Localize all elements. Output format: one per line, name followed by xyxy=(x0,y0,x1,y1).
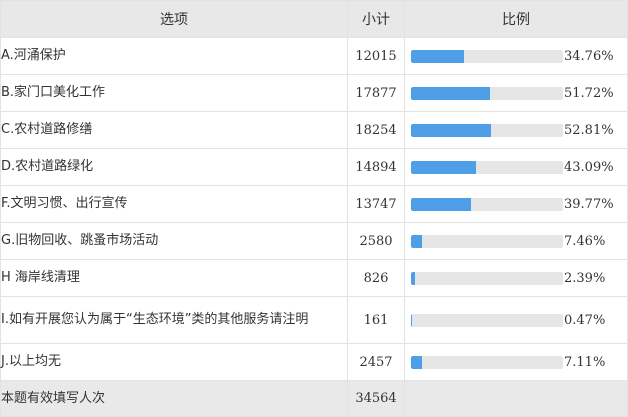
option-ratio: 51.72% xyxy=(404,74,628,112)
option-count: 13747 xyxy=(347,185,405,223)
ratio-bar-fill xyxy=(411,355,422,369)
ratio-bar-track xyxy=(411,49,563,63)
ratio-bar-track xyxy=(411,160,563,174)
ratio-bar-fill xyxy=(411,86,490,100)
option-count: 17877 xyxy=(347,74,405,112)
ratio-bar-fill xyxy=(411,49,464,63)
table-row: A.河涌保护 12015 34.76% xyxy=(0,37,628,75)
ratio-bar-track xyxy=(411,123,563,137)
option-label: A.河涌保护 xyxy=(0,37,348,75)
table-body: A.河涌保护 12015 34.76% B.家门口美化工作 17877 51.72% C.农… xyxy=(0,37,628,381)
ratio-bar-track xyxy=(411,86,563,100)
header-count: 小计 xyxy=(347,0,405,38)
header-option: 选项 xyxy=(0,0,348,38)
table-header-row: 选项 小计 比例 xyxy=(0,0,628,38)
ratio-bar-track xyxy=(411,234,563,248)
option-ratio: 43.09% xyxy=(404,148,628,186)
option-label: C.农村道路修缮 xyxy=(0,111,348,149)
option-ratio: 7.46% xyxy=(404,222,628,260)
option-label: H 海岸线清理 xyxy=(0,259,348,297)
survey-result-table: 选项 小计 比例 A.河涌保护 12015 34.76% B.家门口美化工作 17877… xyxy=(0,0,628,417)
ratio-percent: 39.77% xyxy=(564,196,614,212)
ratio-percent: 43.09% xyxy=(564,159,614,175)
ratio-bar-fill xyxy=(411,271,415,285)
ratio-bar-fill xyxy=(411,313,412,327)
option-label: J.以上均无 xyxy=(0,343,348,381)
total-label: 本题有效填写人次 xyxy=(0,380,348,417)
ratio-bar-track xyxy=(411,271,563,285)
ratio-percent: 0.47% xyxy=(564,312,606,328)
option-label: F.文明习惯、出行宣传 xyxy=(0,185,348,223)
ratio-percent: 51.72% xyxy=(564,85,614,101)
table-row: J.以上均无 2457 7.11% xyxy=(0,343,628,381)
table-row: B.家门口美化工作 17877 51.72% xyxy=(0,74,628,112)
option-count: 826 xyxy=(347,259,405,297)
table-row: C.农村道路修缮 18254 52.81% xyxy=(0,111,628,149)
option-label: G.旧物回收、跳蚤市场活动 xyxy=(0,222,348,260)
option-count: 12015 xyxy=(347,37,405,75)
option-ratio: 0.47% xyxy=(404,296,628,344)
option-ratio: 7.11% xyxy=(404,343,628,381)
table-row: I.如有开展您认为属于“生态环境”类的其他服务请注明 161 0.47% xyxy=(0,296,628,344)
ratio-percent: 2.39% xyxy=(564,270,606,286)
ratio-percent: 52.81% xyxy=(564,122,614,138)
ratio-bar-fill xyxy=(411,123,492,137)
option-count: 161 xyxy=(347,296,405,344)
option-ratio: 34.76% xyxy=(404,37,628,75)
ratio-percent: 7.46% xyxy=(564,233,606,249)
table-row: G.旧物回收、跳蚤市场活动 2580 7.46% xyxy=(0,222,628,260)
table-row: H 海岸线清理 826 2.39% xyxy=(0,259,628,297)
ratio-bar-fill xyxy=(411,160,477,174)
option-count: 18254 xyxy=(347,111,405,149)
total-ratio-empty xyxy=(404,380,628,417)
total-count: 34564 xyxy=(347,380,405,417)
option-ratio: 52.81% xyxy=(404,111,628,149)
ratio-bar-track xyxy=(411,313,563,327)
ratio-percent: 7.11% xyxy=(564,354,606,370)
option-label: D.农村道路绿化 xyxy=(0,148,348,186)
option-label: I.如有开展您认为属于“生态环境”类的其他服务请注明 xyxy=(0,296,348,344)
ratio-bar-track xyxy=(411,197,563,211)
option-label: B.家门口美化工作 xyxy=(0,74,348,112)
ratio-bar-track xyxy=(411,355,563,369)
option-count: 2580 xyxy=(347,222,405,260)
option-count: 14894 xyxy=(347,148,405,186)
option-ratio: 2.39% xyxy=(404,259,628,297)
option-ratio: 39.77% xyxy=(404,185,628,223)
total-row: 本题有效填写人次 34564 xyxy=(0,380,628,417)
table-row: D.农村道路绿化 14894 43.09% xyxy=(0,148,628,186)
header-ratio: 比例 xyxy=(404,0,628,38)
option-count: 2457 xyxy=(347,343,405,381)
ratio-percent: 34.76% xyxy=(564,48,614,64)
ratio-bar-fill xyxy=(411,234,423,248)
table-row: F.文明习惯、出行宣传 13747 39.77% xyxy=(0,185,628,223)
ratio-bar-fill xyxy=(411,197,472,211)
